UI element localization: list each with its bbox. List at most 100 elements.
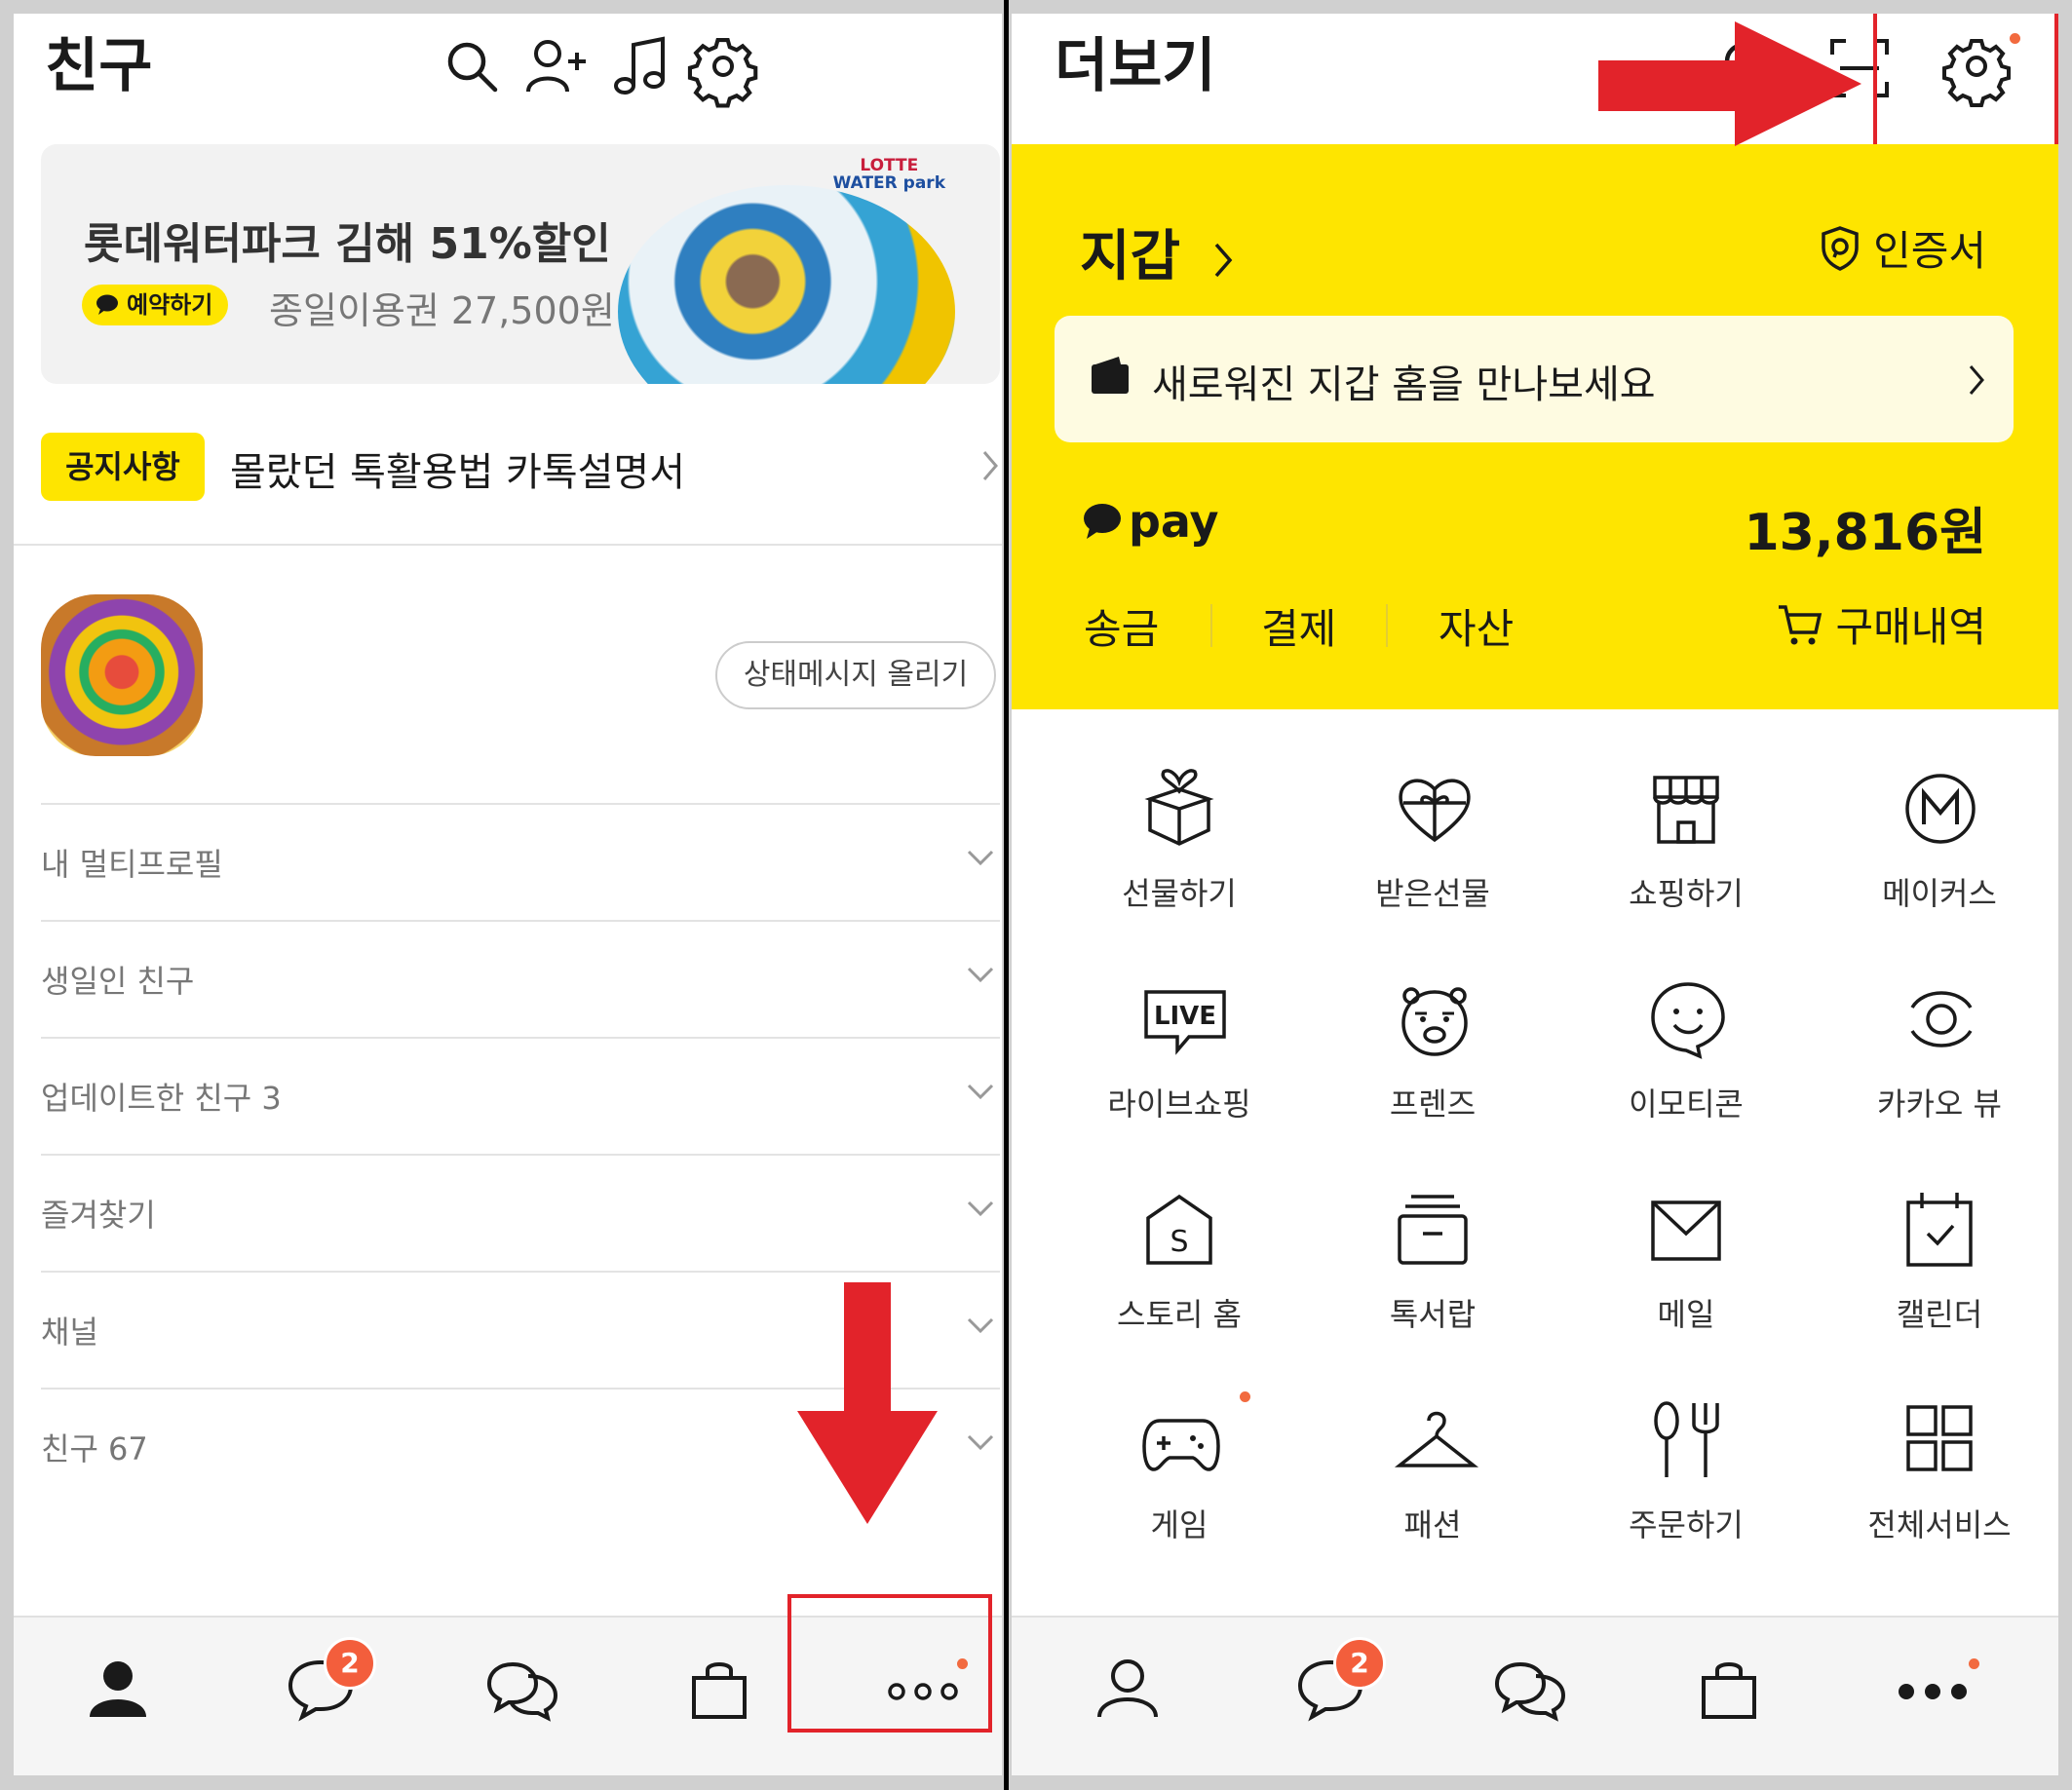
wallet-icon [1090, 355, 1131, 396]
chevron-down-icon [967, 1084, 994, 1100]
service-mail[interactable]: 메일 [1559, 1191, 1813, 1386]
chat-badge: 2 [324, 1637, 376, 1690]
nav-chats-icon[interactable]: 2 [287, 1637, 376, 1722]
promo-text: 새로워진 지갑 홈을 만나보세요 [1152, 362, 1656, 407]
gamepad-icon [1142, 1401, 1220, 1479]
music-icon[interactable] [612, 35, 667, 97]
service-shopping[interactable]: 쇼핑하기 [1559, 770, 1813, 965]
chevron-right-icon [1969, 364, 1984, 396]
chevron-down-icon [967, 967, 994, 983]
screen-divider [1004, 0, 1009, 1790]
chevron-down-icon [967, 850, 994, 866]
reserve-label: 예약하기 [127, 291, 213, 319]
service-calendar[interactable]: 캘린더 [1813, 1191, 2058, 1386]
pay-balance[interactable]: 13,816원 [1744, 491, 1986, 564]
service-live-shopping[interactable]: LIVE 라이브쇼핑 [1053, 980, 1306, 1175]
notice-badge: 공지사항 [41, 433, 205, 501]
divider [14, 544, 1002, 546]
service-label: 받은선물 [1375, 875, 1490, 912]
section-label: 생일인 친구 [41, 963, 195, 1000]
service-label: 선물하기 [1122, 875, 1237, 912]
section-label: 업데이트한 친구 3 [41, 1080, 282, 1117]
section-birthday-friends[interactable]: 생일인 친구 [41, 922, 1000, 1037]
wallet-title[interactable]: 지갑 [1080, 212, 1233, 291]
gift-heart-icon [1396, 770, 1474, 848]
service-label: 이모티콘 [1629, 1085, 1744, 1123]
kakaopay-logo[interactable]: pay [1082, 495, 1219, 548]
nav-shopping-icon[interactable] [1700, 1657, 1758, 1721]
service-friends[interactable]: 프렌즈 [1306, 980, 1559, 1175]
chat-bubble-icon [1082, 502, 1123, 541]
reserve-pill[interactable]: 예약하기 [82, 285, 229, 325]
service-fashion[interactable]: 패션 [1306, 1401, 1559, 1596]
more-screen: 더보기 지갑 인증서 새로워진 지갑 홈을 만나보세요 pay 13,816원 … [1012, 14, 2058, 1775]
send-money-button[interactable]: 송금 [1084, 596, 1159, 656]
search-icon[interactable] [444, 39, 499, 94]
service-label: 게임 [1150, 1506, 1209, 1543]
service-all[interactable]: 전체서비스 [1813, 1401, 2058, 1596]
lotte-waterpark-logo: LOTTE WATER park [832, 157, 945, 193]
live-icon: LIVE [1142, 980, 1228, 1058]
chevron-down-icon [967, 1434, 994, 1451]
view-eye-icon [1902, 980, 1980, 1058]
separator [1210, 604, 1212, 647]
fork-knife-icon [1649, 1401, 1723, 1479]
certificate-link[interactable]: 인증서 [1821, 218, 1986, 278]
gift-box-icon [1142, 769, 1216, 848]
shield-icon [1821, 225, 1860, 271]
wallet-promo-banner[interactable]: 새로워진 지갑 홈을 만나보세요 [1055, 316, 2014, 442]
service-order[interactable]: 주문하기 [1559, 1401, 1813, 1596]
highlight-box [787, 1594, 992, 1733]
bottom-nav: 2 [1012, 1616, 2058, 1775]
emoticon-icon [1649, 980, 1727, 1059]
purchase-history-button[interactable]: 구매내역 [1777, 594, 1986, 654]
banner-image [618, 185, 955, 384]
section-updated-friends[interactable]: 업데이트한 친구 3 [41, 1039, 1000, 1154]
post-status-button[interactable]: 상태메시지 올리기 [715, 641, 996, 709]
arrow-right-icon [1598, 21, 1861, 146]
nav-friends-icon[interactable] [86, 1657, 150, 1721]
assets-button[interactable]: 자산 [1439, 596, 1514, 656]
settings-icon[interactable] [687, 37, 758, 108]
logo-line2: WATER park [832, 172, 945, 193]
wallet-label: 지갑 [1080, 225, 1181, 288]
service-makers[interactable]: 메이커스 [1813, 770, 2058, 965]
notice-text: 몰랐던 톡활용법 카톡설명서 [230, 450, 686, 495]
add-friend-icon[interactable] [524, 37, 589, 95]
pay-label: pay [1129, 495, 1219, 548]
story-home-icon: S [1142, 1191, 1216, 1269]
separator [1386, 604, 1388, 647]
chevron-right-icon [1213, 242, 1233, 279]
nav-more-icon[interactable] [1897, 1682, 1969, 1701]
payment-button[interactable]: 결제 [1261, 596, 1336, 656]
section-multi-profile[interactable]: 내 멀티프로필 [41, 805, 1000, 920]
chevron-down-icon [967, 1200, 994, 1217]
service-emoticon[interactable]: 이모티콘 [1559, 980, 1813, 1175]
service-label: 쇼핑하기 [1629, 875, 1744, 912]
nav-chats-icon[interactable]: 2 [1296, 1637, 1386, 1722]
service-game[interactable]: 게임 [1053, 1391, 1306, 1596]
svg-text:LIVE: LIVE [1154, 1002, 1216, 1031]
service-label: 패션 [1403, 1506, 1462, 1543]
nav-friends-icon[interactable] [1095, 1657, 1160, 1721]
service-kakao-view[interactable]: 카카오 뷰 [1813, 980, 2058, 1175]
nav-openchat-icon[interactable] [485, 1657, 559, 1722]
avatar[interactable] [41, 594, 203, 756]
nav-openchat-icon[interactable] [1493, 1657, 1567, 1722]
store-icon [1649, 770, 1723, 848]
ad-banner[interactable]: 롯데워터파크 김해 51%할인 예약하기 종일이용권 27,500원 LOTTE… [41, 144, 1000, 384]
service-gift[interactable]: 선물하기 [1053, 769, 1306, 965]
wallet-card: 지갑 인증서 새로워진 지갑 홈을 만나보세요 pay 13,816원 송금 결… [1012, 144, 2058, 709]
calendar-icon [1902, 1191, 1976, 1269]
chevron-down-icon [967, 1317, 994, 1334]
section-favorites[interactable]: 즐겨찾기 [41, 1156, 1000, 1271]
notice-row[interactable]: 공지사항 몰랐던 톡활용법 카톡설명서 [41, 433, 1000, 501]
service-talk-drawer[interactable]: 톡서랍 [1306, 1191, 1559, 1386]
service-story-home[interactable]: S 스토리 홈 [1053, 1191, 1306, 1386]
banner-title: 롯데워터파크 김해 51%할인 [84, 219, 611, 269]
service-label: 주문하기 [1629, 1506, 1744, 1543]
arrow-down-icon [797, 1282, 938, 1524]
service-received-gift[interactable]: 받은선물 [1306, 770, 1559, 965]
nav-shopping-icon[interactable] [690, 1657, 748, 1721]
section-label: 내 멀티프로필 [41, 846, 223, 883]
